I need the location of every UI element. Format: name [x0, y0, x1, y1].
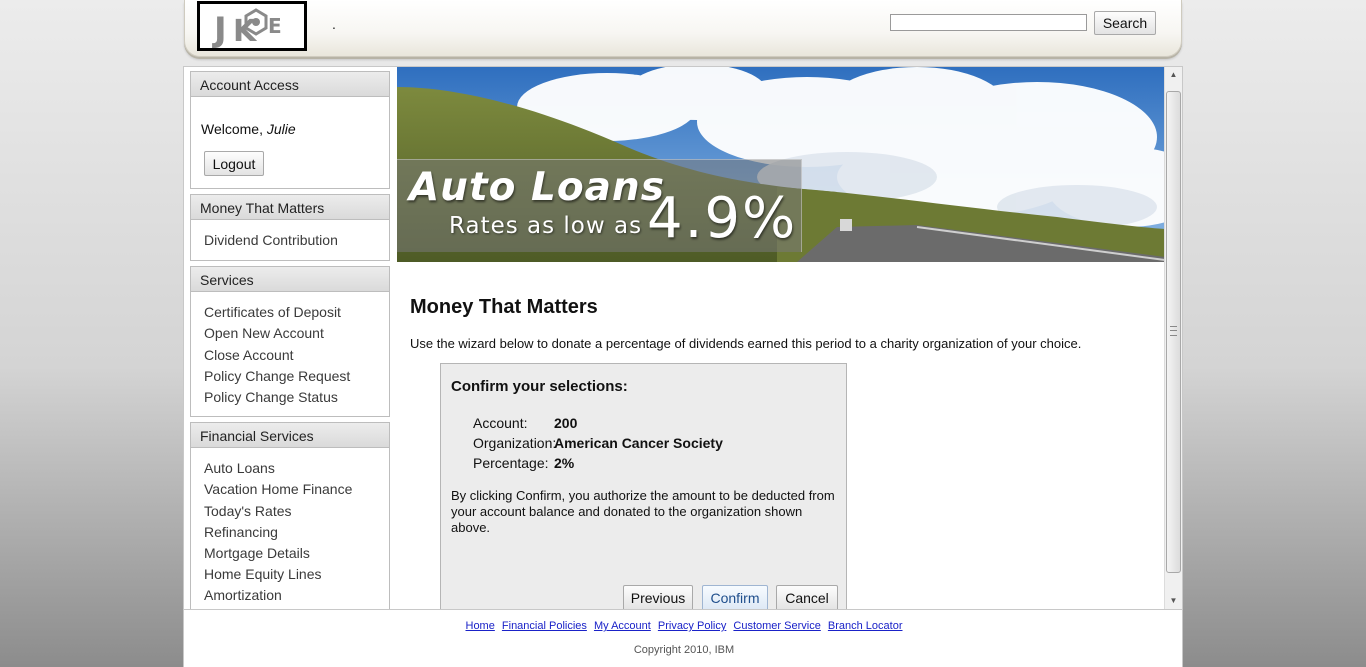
summary-row-account: Account: 200 [473, 415, 723, 435]
summary-row-organization: Organization:American Cancer Society [473, 435, 723, 455]
services-panel: Services Certificates of Deposit Open Ne… [190, 266, 390, 418]
nav-amortization[interactable]: Amortization [204, 585, 379, 606]
nav-vacation-home-finance[interactable]: Vacation Home Finance [204, 479, 379, 500]
nav-auto-loans[interactable]: Auto Loans [204, 458, 379, 479]
summary-value: 200 [554, 415, 578, 431]
panel-title: Services [191, 267, 389, 293]
footer-link-branch-locator[interactable]: Branch Locator [828, 620, 903, 632]
header-separator: . [332, 16, 336, 32]
search-input[interactable] [890, 14, 1087, 31]
footer-link-financial-policies[interactable]: Financial Policies [502, 620, 587, 632]
scroll-up-arrow-icon[interactable]: ▲ [1165, 67, 1182, 83]
auto-loans-banner[interactable]: Auto Loans Rates as low as 4.9% [397, 67, 1165, 262]
vertical-scrollbar[interactable]: ▲ ▼ [1164, 67, 1182, 609]
nav-refinancing[interactable]: Refinancing [204, 522, 379, 543]
wizard-heading: Confirm your selections: [451, 378, 628, 395]
footer-link-privacy-policy[interactable]: Privacy Policy [658, 620, 726, 632]
confirm-disclaimer: By clicking Confirm, you authorize the a… [451, 488, 835, 535]
footer: Home Financial Policies My Account Priva… [183, 610, 1183, 667]
nav-open-new-account[interactable]: Open New Account [204, 323, 379, 344]
banner-subtitle: Rates as low as [449, 213, 643, 239]
page-title: Money That Matters [410, 296, 598, 318]
footer-link-customer-service[interactable]: Customer Service [733, 620, 820, 632]
svg-text:E: E [268, 14, 282, 38]
nav-close-account[interactable]: Close Account [204, 345, 379, 366]
nav-mortgage-details[interactable]: Mortgage Details [204, 543, 379, 564]
cancel-button[interactable]: Cancel [776, 585, 838, 609]
footer-link-my-account[interactable]: My Account [594, 620, 651, 632]
scroll-thumb[interactable] [1166, 91, 1181, 573]
welcome-text: Welcome, Julie [191, 97, 389, 137]
header: J K E . Search [184, 0, 1182, 57]
donation-wizard: Confirm your selections: Account: 200 Org… [440, 363, 847, 609]
selection-summary: Account: 200 Organization:American Cancer… [473, 415, 723, 475]
banner-rate: 4.9% [647, 186, 798, 251]
grip-icon [1170, 326, 1177, 336]
scroll-down-arrow-icon[interactable]: ▼ [1165, 593, 1182, 609]
previous-button[interactable]: Previous [623, 585, 693, 609]
summary-value: 2% [554, 455, 575, 471]
jke-logo[interactable]: J K E [197, 1, 307, 51]
summary-row-percentage: Percentage: 2% [473, 455, 723, 475]
nav-todays-rates[interactable]: Today's Rates [204, 501, 379, 522]
nav-dividend-contribution[interactable]: Dividend Contribution [204, 230, 379, 251]
nav-home-equity-lines[interactable]: Home Equity Lines [204, 564, 379, 585]
summary-label: Organization: [473, 435, 557, 451]
intro-text: Use the wizard below to donate a percent… [410, 336, 1082, 351]
panel-title: Account Access [191, 72, 389, 97]
summary-label: Account: [473, 415, 528, 431]
logout-button[interactable]: Logout [204, 151, 264, 176]
footer-links: Home Financial Policies My Account Priva… [184, 620, 1184, 632]
summary-label: Percentage: [473, 455, 549, 471]
nav-certificates-of-deposit[interactable]: Certificates of Deposit [204, 302, 379, 323]
panel-title: Financial Services [191, 423, 389, 449]
welcome-label: Welcome, [201, 121, 263, 137]
page: J K E . Search Account Access Welcome, J… [183, 0, 1183, 667]
money-that-matters-panel: Money That Matters Dividend Contribution [190, 194, 390, 262]
logo-mark: J K E [212, 8, 282, 48]
copyright: Copyright 2010, IBM [633, 644, 735, 656]
nav-policy-change-status[interactable]: Policy Change Status [204, 387, 379, 408]
content-area: Account Access Welcome, Julie Logout Mon… [183, 66, 1183, 610]
footer-link-home[interactable]: Home [466, 620, 495, 632]
account-access-panel: Account Access Welcome, Julie Logout [190, 71, 390, 189]
financial-services-panel: Financial Services Auto Loans Vacation H… [190, 422, 390, 609]
confirm-button[interactable]: Confirm [702, 585, 768, 609]
user-name: Julie [266, 121, 296, 137]
banner-title: Auto Loans [409, 165, 665, 210]
nav-policy-change-request[interactable]: Policy Change Request [204, 366, 379, 387]
summary-value: American Cancer Society [554, 435, 723, 451]
search-button[interactable]: Search [1094, 11, 1156, 35]
panel-title: Money That Matters [191, 195, 389, 220]
svg-text:J: J [212, 10, 227, 48]
sidebar: Account Access Welcome, Julie Logout Mon… [190, 71, 390, 609]
